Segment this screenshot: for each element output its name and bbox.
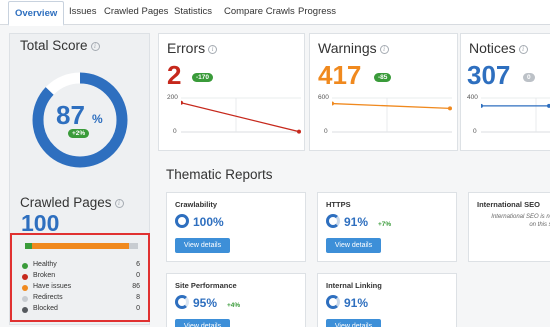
legend-label: Broken xyxy=(33,272,56,279)
legend-value: 0 xyxy=(136,272,140,279)
errors-axis-top: 200 xyxy=(167,94,178,101)
redirects-dot xyxy=(22,296,28,302)
errors-delta-badge: -170 xyxy=(192,73,214,82)
legend-row-redirects[interactable]: Redirects 8 xyxy=(22,294,140,304)
info-icon[interactable]: i xyxy=(518,45,528,54)
crawlability-value: 100% xyxy=(193,215,224,229)
legend-value: 6 xyxy=(136,261,140,268)
crawlability-view-details-button[interactable]: View details xyxy=(175,238,230,253)
healthy-dot xyxy=(22,263,28,269)
legend-row-blocked[interactable]: Blocked 0 xyxy=(22,305,140,315)
https-view-details-button[interactable]: View details xyxy=(326,238,381,253)
tab-statistics[interactable]: Statistics xyxy=(168,0,218,25)
international-seo-note: International SEO is noon this si xyxy=(491,214,550,228)
https-ring-icon xyxy=(326,214,340,228)
notices-card[interactable]: Notices i 307 0 400 0 xyxy=(460,33,550,151)
warnings-trend-point xyxy=(448,106,452,111)
tab-issues[interactable]: Issues xyxy=(63,0,102,25)
info-icon[interactable]: i xyxy=(114,199,124,208)
crawled-pages-bar xyxy=(25,243,138,249)
legend-label: Redirects xyxy=(33,294,63,301)
legend-row-have-issues[interactable]: Have issues 86 xyxy=(22,283,140,293)
total-score-title: Total Score i xyxy=(20,38,100,53)
thematic-reports-title: Thematic Reports xyxy=(166,167,273,182)
errors-trend-point xyxy=(181,100,183,105)
have-issues-dot xyxy=(22,285,28,291)
legend-value: 86 xyxy=(132,283,140,290)
errors-card[interactable]: Errors i 2 -170 200 0 xyxy=(158,33,305,151)
info-icon[interactable]: i xyxy=(90,42,100,51)
international-seo-title: International SEO xyxy=(477,200,540,209)
crawlability-card[interactable]: Crawlability 100% View details xyxy=(166,192,306,262)
info-icon[interactable]: i xyxy=(379,45,389,54)
bar-segment-redirects xyxy=(128,243,138,249)
site-performance-view-details-button[interactable]: View details xyxy=(175,319,230,327)
total-score-delta-badge: +2% xyxy=(68,129,90,138)
broken-dot xyxy=(22,274,28,280)
total-score-value: 87 xyxy=(56,100,85,130)
site-performance-card[interactable]: Site Performance 95% +4% View details xyxy=(166,273,306,327)
tab-overview[interactable]: Overview xyxy=(8,1,65,26)
notices-axis-bottom: 0 xyxy=(473,128,477,135)
site-performance-ring-icon xyxy=(175,295,189,309)
internal-linking-view-details-button[interactable]: View details xyxy=(326,319,381,327)
tab-progress[interactable]: Progress xyxy=(292,0,342,25)
tab-crawled-pages[interactable]: Crawled Pages xyxy=(98,0,174,25)
notices-delta-badge: 0 xyxy=(523,73,535,82)
internal-linking-value: 91% xyxy=(344,296,369,310)
crawlability-ring-icon xyxy=(175,214,189,228)
https-value: 91% xyxy=(344,215,369,229)
legend-label: Blocked xyxy=(33,305,58,312)
warnings-title: Warnings i xyxy=(318,40,389,56)
warnings-delta-badge: -85 xyxy=(374,73,392,82)
legend-row-healthy[interactable]: Healthy 6 xyxy=(22,261,140,271)
warnings-trend-line xyxy=(332,102,451,110)
legend-value: 8 xyxy=(136,294,140,301)
legend-value: 0 xyxy=(136,305,140,312)
crawlability-title: Crawlability xyxy=(175,200,218,209)
https-card[interactable]: HTTPS 91% +7% View details xyxy=(317,192,457,262)
errors-title: Errors i xyxy=(167,40,218,56)
legend-row-broken[interactable]: Broken 0 xyxy=(22,272,140,282)
https-delta: +7% xyxy=(378,221,392,228)
crawled-pages-title: Crawled Pages i xyxy=(20,195,124,210)
legend-label: Have issues xyxy=(33,283,72,290)
blocked-dot xyxy=(22,307,28,313)
total-score-unit: % xyxy=(92,112,103,126)
tab-compare-crawls[interactable]: Compare Crawls xyxy=(218,0,301,25)
notices-value: 307 xyxy=(467,60,511,90)
notices-title: Notices i xyxy=(469,40,528,56)
internal-linking-card[interactable]: Internal Linking 91% View details xyxy=(317,273,457,327)
notices-trend-point xyxy=(481,103,483,108)
notices-axis-top: 400 xyxy=(467,94,478,101)
internal-linking-title: Internal Linking xyxy=(326,281,382,290)
warnings-axis-top: 600 xyxy=(318,94,329,101)
internal-linking-ring-icon xyxy=(326,295,340,309)
notices-trend-chart xyxy=(481,97,550,133)
errors-trend-point xyxy=(297,129,301,134)
warnings-axis-bottom: 0 xyxy=(324,128,328,135)
crawled-pages-breakdown: Healthy 6 Broken 0 Have issues 86 Redire… xyxy=(10,233,150,322)
site-performance-delta: +4% xyxy=(227,302,241,309)
https-title: HTTPS xyxy=(326,200,351,209)
errors-trend-chart xyxy=(181,97,301,134)
legend-label: Healthy xyxy=(33,261,57,268)
international-seo-card[interactable]: International SEO International SEO is n… xyxy=(468,192,550,262)
warnings-value: 417 xyxy=(318,60,362,90)
warnings-card[interactable]: Warnings i 417 -85 600 0 xyxy=(309,33,458,151)
errors-value: 2 xyxy=(167,60,182,90)
site-performance-value: 95% xyxy=(193,296,218,310)
bar-segment-have-issues xyxy=(31,243,129,249)
errors-trend-line xyxy=(181,102,300,133)
info-icon[interactable]: i xyxy=(208,45,218,54)
errors-axis-bottom: 0 xyxy=(173,128,177,135)
tab-bar: Overview Issues Crawled Pages Statistics… xyxy=(0,0,550,26)
site-performance-title: Site Performance xyxy=(175,281,237,290)
bar-segment-healthy xyxy=(25,243,32,249)
warnings-trend-chart xyxy=(332,97,452,133)
warnings-trend-point xyxy=(332,101,334,106)
